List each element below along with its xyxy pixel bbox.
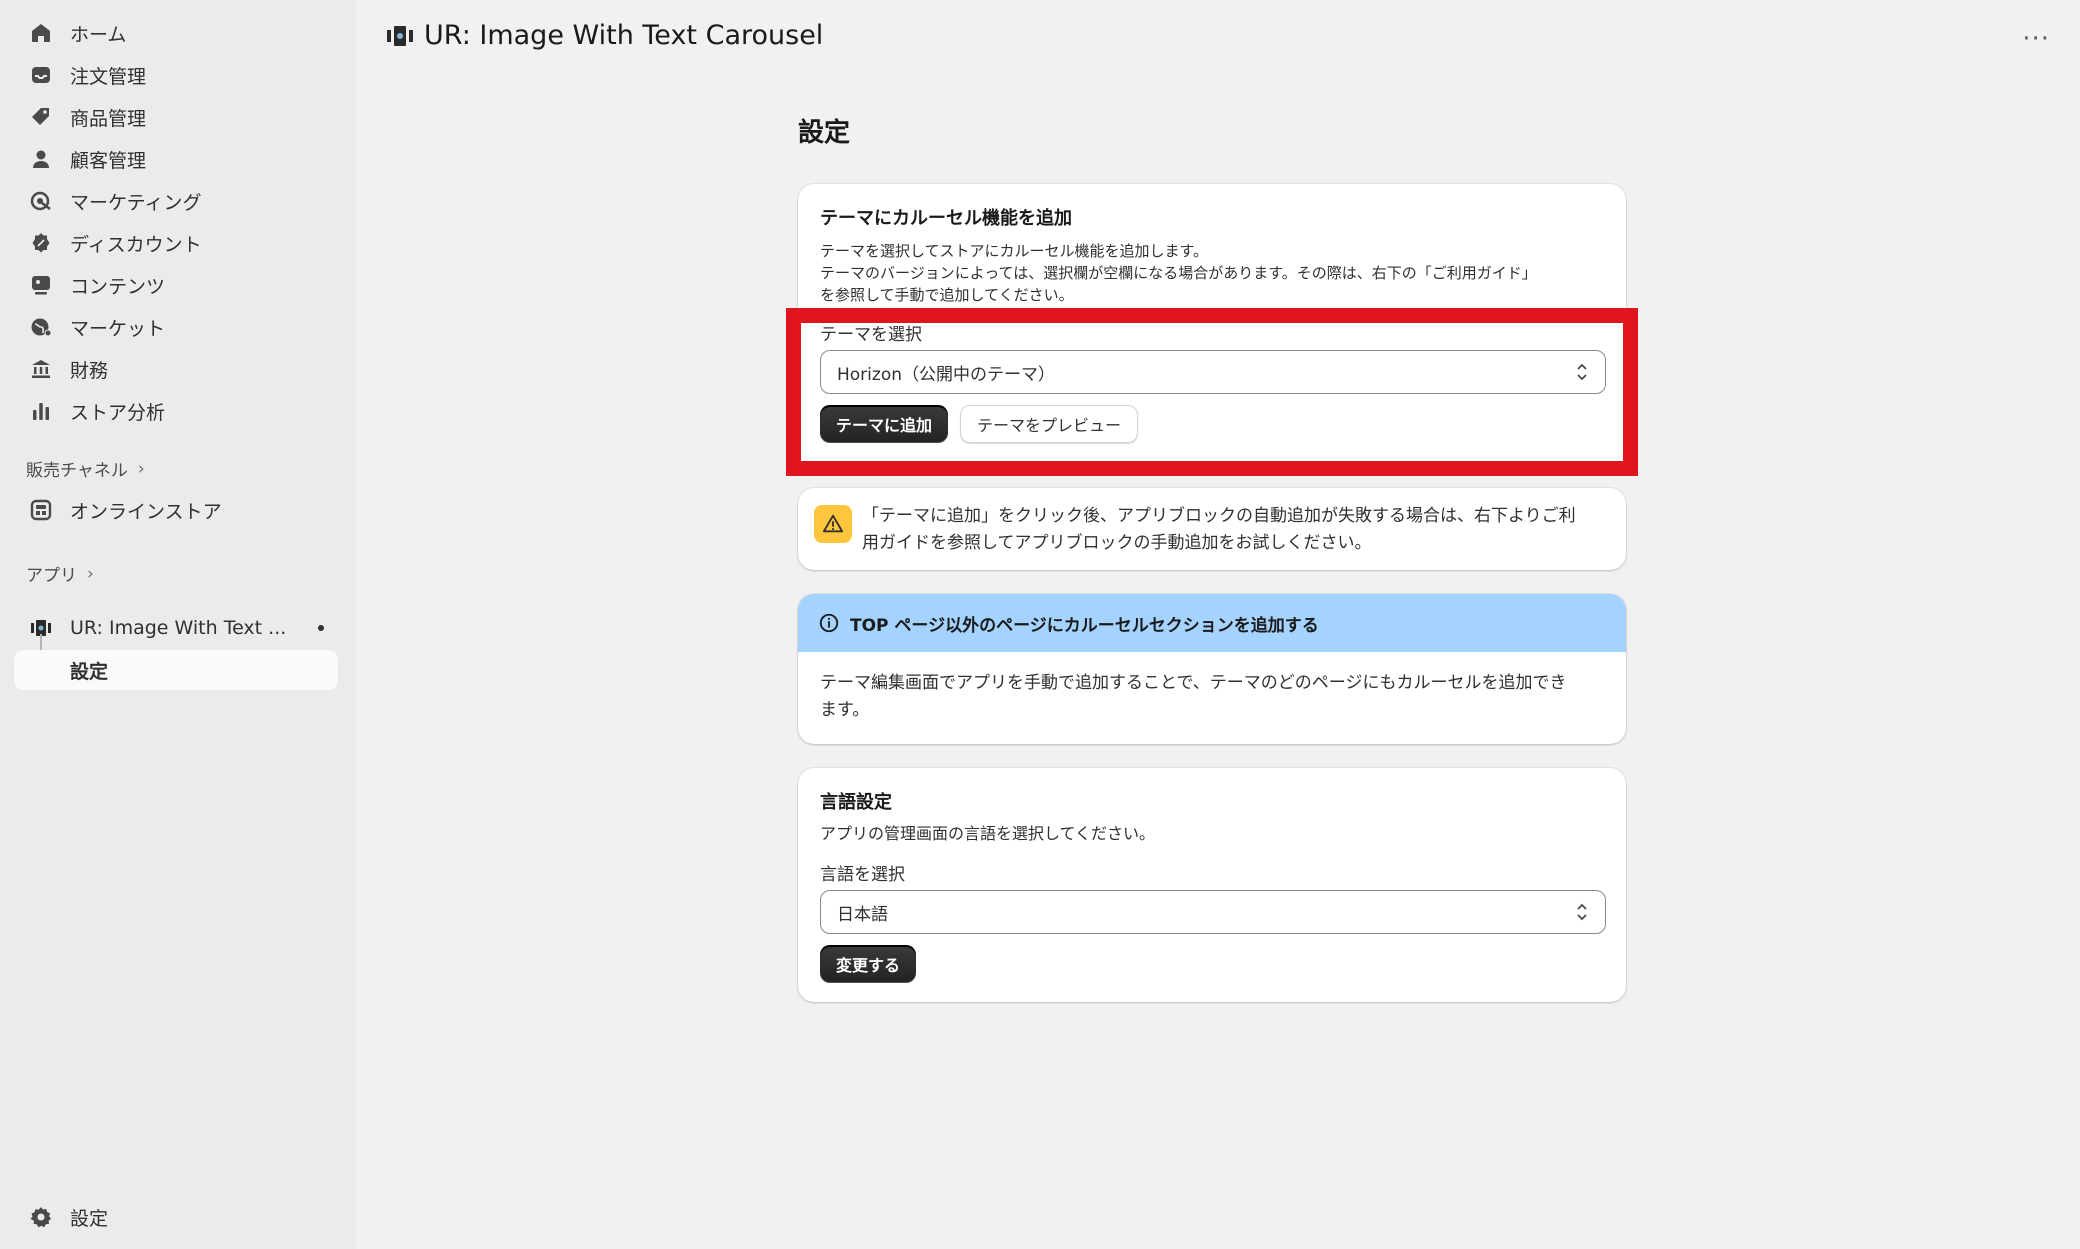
- sidebar-item-online-store[interactable]: オンラインストア: [14, 490, 338, 530]
- language-select-value: 日本語: [837, 904, 888, 925]
- sidebar-item-label: コンテンツ: [70, 275, 166, 298]
- highlight-annotation: [786, 308, 1638, 476]
- sidebar-item-label: オンラインストア: [70, 500, 222, 523]
- language-card-desc: アプリの管理画面の言語を選択してください。: [820, 824, 1156, 843]
- warning-text-1: 「テーマに追加」をクリック後、アプリブロックの自動追加が失敗する場合は、右下より…: [862, 506, 1576, 526]
- sidebar-item-label: マーケット: [70, 317, 166, 340]
- sidebar-item-label: 商品管理: [70, 107, 147, 130]
- sidebar-item-label: 財務: [70, 359, 109, 382]
- select-updown-icon: [1577, 903, 1587, 921]
- discount-icon: [28, 230, 54, 256]
- sidebar-item-label: ディスカウント: [70, 233, 202, 256]
- sidebar-item-content[interactable]: コンテンツ: [14, 265, 338, 305]
- sidebar-item-label: UR: Image With Text ...: [70, 617, 287, 639]
- chevron-right-icon: ›: [137, 458, 145, 479]
- info-banner-card: TOP ページ以外のページにカルーセルセクションを追加する テーマ編集画面でアプ…: [798, 594, 1626, 744]
- change-language-button[interactable]: 変更する: [820, 945, 917, 983]
- content-icon: [28, 272, 54, 298]
- sidebar-item-app-settings[interactable]: 設定: [14, 650, 338, 690]
- app-header: UR: Image With Text Carousel ···: [356, 0, 2080, 80]
- language-card-title: 言語設定: [820, 792, 892, 813]
- sidebar-item-settings[interactable]: 設定: [14, 1197, 338, 1237]
- sidebar-item-analytics[interactable]: ストア分析: [14, 391, 338, 431]
- more-actions-icon[interactable]: ···: [2022, 24, 2050, 54]
- info-banner-text-2: ます。: [820, 700, 870, 720]
- page-title: 設定: [798, 118, 851, 148]
- sidebar-item-label: ストア分析: [70, 401, 166, 424]
- theme-card-title: テーマにカルーセル機能を追加: [820, 208, 1072, 229]
- app-title: UR: Image With Text Carousel: [386, 20, 823, 51]
- store-icon: [28, 497, 54, 523]
- sidebar-item-label: 設定: [70, 1207, 109, 1230]
- unread-dot: [318, 625, 324, 631]
- warning-card: 「テーマに追加」をクリック後、アプリブロックの自動追加が失敗する場合は、右下より…: [798, 488, 1626, 570]
- tag-icon: [28, 104, 54, 130]
- language-card: 言語設定 アプリの管理画面の言語を選択してください。 言語を選択 日本語 変更す…: [798, 768, 1626, 1002]
- sidebar-item-app[interactable]: UR: Image With Text ...: [14, 608, 338, 648]
- sidebar-item-label: 注文管理: [70, 65, 147, 88]
- target-icon: [28, 188, 54, 214]
- sidebar: ホーム 注文管理 商品管理 顧客管理 マーケティング ディスカウント コンテンツ…: [0, 0, 356, 1249]
- sidebar-item-discounts[interactable]: ディスカウント: [14, 223, 338, 263]
- warning-text-2: 用ガイドを参照してアプリブロックの手動追加をお試しください。: [862, 533, 1372, 553]
- sidebar-item-markets[interactable]: マーケット: [14, 307, 338, 347]
- sidebar-item-label: マーケティング: [70, 191, 202, 214]
- sidebar-item-label: 設定: [70, 660, 109, 683]
- sidebar-item-finance[interactable]: 財務: [14, 349, 338, 389]
- language-select-label: 言語を選択: [820, 865, 905, 885]
- theme-card-desc-1: テーマを選択してストアにカルーセル機能を追加します。: [820, 242, 1209, 260]
- sidebar-item-label: ホーム: [70, 23, 127, 46]
- globe-icon: [28, 314, 54, 340]
- home-icon: [28, 20, 54, 46]
- info-banner-title: TOP ページ以外のページにカルーセルセクションを追加する: [850, 615, 1319, 636]
- chart-icon: [28, 398, 54, 424]
- sidebar-item-orders[interactable]: 注文管理: [14, 55, 338, 95]
- inbox-icon: [28, 62, 54, 88]
- person-icon: [28, 146, 54, 172]
- sales-channels-label: 販売チャネル: [26, 461, 128, 481]
- theme-card-desc-3: を参照して手動で追加してください。: [820, 286, 1074, 304]
- chevron-right-icon: ›: [87, 563, 94, 584]
- sidebar-item-home[interactable]: ホーム: [14, 13, 338, 53]
- sidebar-item-customers[interactable]: 顧客管理: [14, 139, 338, 179]
- sidebar-item-label: 顧客管理: [70, 149, 147, 172]
- apps-label: アプリ: [26, 566, 77, 586]
- language-select[interactable]: 日本語: [820, 890, 1606, 934]
- carousel-app-icon: [387, 25, 413, 46]
- theme-card-desc-2: テーマのバージョンによっては、選択欄が空欄になる場合があります。その際は、右下の…: [820, 264, 1537, 282]
- info-banner-header: TOP ページ以外のページにカルーセルセクションを追加する: [798, 594, 1626, 652]
- gear-icon: [28, 1204, 54, 1230]
- apps-heading[interactable]: アプリ ›: [26, 561, 94, 587]
- app-title-text: UR: Image With Text Carousel: [424, 20, 824, 51]
- sales-channels-heading[interactable]: 販売チャネル ›: [26, 456, 145, 482]
- sidebar-item-marketing[interactable]: マーケティング: [14, 181, 338, 221]
- sidebar-item-products[interactable]: 商品管理: [14, 97, 338, 137]
- warning-icon: [814, 505, 852, 543]
- info-icon: [819, 613, 839, 633]
- bank-icon: [28, 356, 54, 382]
- info-banner-text-1: テーマ編集画面でアプリを手動で追加することで、テーマのどのページにもカルーセルを…: [820, 673, 1567, 693]
